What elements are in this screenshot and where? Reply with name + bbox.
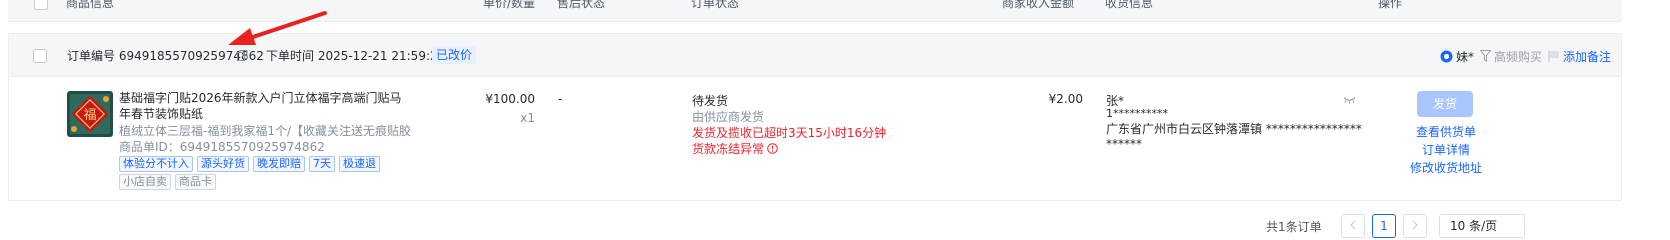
buyer-name: 妹* xyxy=(1455,49,1474,64)
col-after-sale: 售后状态 xyxy=(557,0,606,10)
flag-icon xyxy=(1548,50,1559,62)
page-button-current[interactable]: 1 xyxy=(1372,214,1396,238)
receiver-address: 广东省广州市白云区钟落潭镇 ********************** xyxy=(1106,122,1362,151)
col-action: 操作 xyxy=(1378,0,1403,10)
order-time: 下单时间 2025-12-21 21:59:27 xyxy=(266,49,446,63)
col-receiver: 收货信息 xyxy=(1105,0,1154,10)
order-card-body: 福 基础福字门贴2026年新款入户门立体福字高端门贴马年春节装饰贴纸 植绒立体三… xyxy=(9,77,1621,202)
order-card: 订单编号 6949185570925974862 下单时间 2025-12-21… xyxy=(8,33,1622,201)
chevron-right-icon xyxy=(1412,220,1418,230)
order-number: 订单编号 6949185570925974862 xyxy=(67,49,264,63)
tag-fast-refund: 极速退 xyxy=(339,156,380,172)
col-income: 商家收入金额 xyxy=(1002,0,1075,10)
tag-source: 源头好货 xyxy=(197,156,249,172)
order-status-main: 待发货 xyxy=(692,94,729,108)
page-size-select[interactable]: 10 条/页 xyxy=(1439,214,1525,238)
next-page-button[interactable] xyxy=(1403,214,1427,238)
add-note-label: 添加备注 xyxy=(1562,49,1611,64)
tag-late-compensate: 晚发即赔 xyxy=(253,156,305,172)
col-price-qty: 单价/数量 xyxy=(483,0,536,10)
after-sale-status: - xyxy=(558,92,563,106)
buyer-info[interactable]: 妹* xyxy=(1440,48,1474,65)
tag-7days: 7天 xyxy=(309,156,335,172)
order-detail-link[interactable]: 订单详情 xyxy=(1422,141,1470,158)
view-supply-order-link[interactable]: 查看供货单 xyxy=(1416,123,1476,140)
ship-button[interactable]: 发货 xyxy=(1417,91,1473,117)
product-id: 商品单ID：6949185570925974862 xyxy=(119,140,325,154)
copy-icon[interactable] xyxy=(237,50,248,61)
product-tags: 体验分不计入 源头好货 晚发即赔 7天 极速退 xyxy=(119,156,380,172)
order-checkbox[interactable] xyxy=(33,49,47,63)
product-spec: 植绒立体三层福-福到我家福1个/【收藏关注送无痕贴胶... xyxy=(119,124,411,138)
thumb-char: 福 xyxy=(83,108,96,123)
unit-price: ¥100.00 xyxy=(485,92,535,106)
table-header: 商品信息 单价/数量 售后状态 订单状态 商家收入金额 收货信息 操作 xyxy=(8,0,1622,22)
page-size-value: 10 条/页 xyxy=(1450,219,1498,233)
high-frequency-badge: 高频购买 xyxy=(1479,48,1542,65)
order-status-sub: 由供应商发货 xyxy=(692,110,765,124)
product-title[interactable]: 基础福字门贴2026年新款入户门立体福字高端门贴马年春节装饰贴纸 xyxy=(119,90,411,122)
pagination-total: 共1条订单 xyxy=(1266,220,1322,234)
info-icon[interactable] xyxy=(767,143,778,154)
tag-self-sale: 小店自卖 xyxy=(119,174,171,190)
product-tags-secondary: 小店自卖 商品卡 xyxy=(119,174,216,190)
order-header-actions: 妹* 高频购买 添加备注 xyxy=(1440,47,1611,65)
product-image: 福 xyxy=(67,91,113,137)
order-card-header: 订单编号 6949185570925974862 下单时间 2025-12-21… xyxy=(9,34,1621,77)
eye-closed-icon[interactable] xyxy=(1343,96,1356,104)
select-all-checkbox[interactable] xyxy=(34,0,48,10)
payment-frozen-label: 货款冻结异常 xyxy=(692,142,765,156)
shipping-overdue-warning: 发货及揽收已超时3天15小时16分钟 xyxy=(692,126,887,140)
add-note-button[interactable]: 添加备注 xyxy=(1548,48,1611,65)
modify-address-link[interactable]: 修改收货地址 xyxy=(1410,159,1482,176)
order-list-page: 商品信息 单价/数量 售后状态 订单状态 商家收入金额 收货信息 操作 订单编号… xyxy=(0,0,1670,240)
merchant-income: ¥2.00 xyxy=(1048,92,1083,106)
quantity: x1 xyxy=(520,111,535,125)
col-order-status: 订单状态 xyxy=(691,0,740,10)
receiver-phone: 1********** xyxy=(1106,107,1168,120)
chat-icon xyxy=(1440,50,1453,62)
prev-page-button[interactable] xyxy=(1341,214,1365,238)
price-changed-tag: 已改价 xyxy=(432,46,477,64)
high-frequency-label: 高频购买 xyxy=(1493,49,1542,64)
col-product: 商品信息 xyxy=(66,0,115,10)
payment-frozen-status[interactable]: 货款冻结异常 xyxy=(692,140,778,157)
chevron-left-icon xyxy=(1350,220,1356,230)
product-thumbnail[interactable]: 福 xyxy=(67,91,113,137)
tag-experience: 体验分不计入 xyxy=(119,156,193,172)
filter-icon xyxy=(1479,50,1491,62)
tag-product-card: 商品卡 xyxy=(175,174,216,190)
